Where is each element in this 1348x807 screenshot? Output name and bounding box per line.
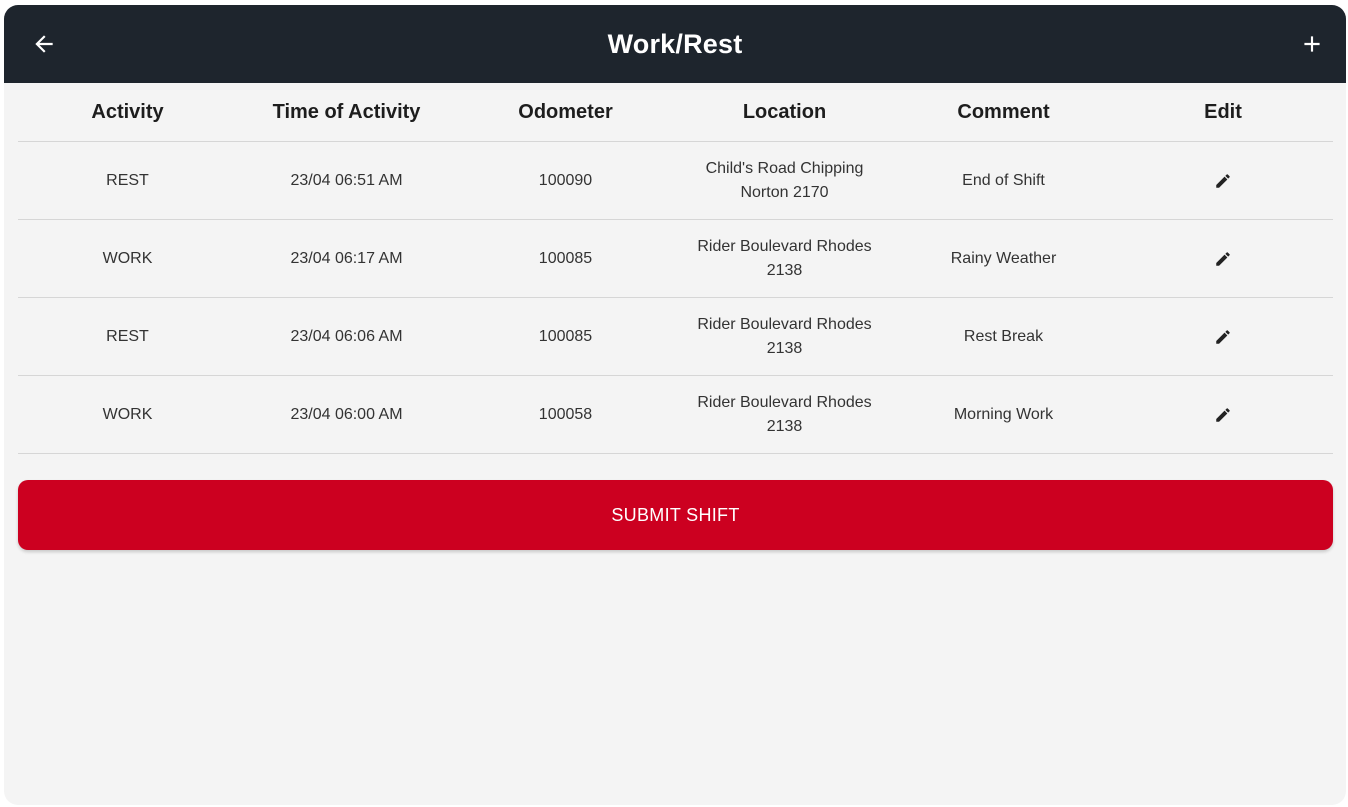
activity-cell: REST	[106, 327, 149, 345]
plus-icon	[1304, 36, 1320, 52]
activity-cell: WORK	[102, 249, 153, 267]
table-row: WORK 23/04 06:00 AM 100058 Rider Bouleva…	[18, 376, 1333, 454]
odometer-cell: 100085	[538, 327, 593, 345]
pencil-icon	[1216, 173, 1230, 188]
location-cell: Child's Road Chipping Norton 2170	[675, 157, 894, 205]
pencil-icon	[1216, 251, 1230, 266]
submit-shift-button[interactable]: SUBMIT SHIFT	[18, 480, 1333, 550]
edit-cell	[1113, 320, 1333, 354]
table-row: REST 23/04 06:06 AM 100085 Rider Bouleva…	[18, 298, 1333, 376]
location-text: Child's Road Chipping Norton 2170	[705, 159, 864, 201]
edit-cell	[1113, 398, 1333, 432]
comment-cell: End of Shift	[962, 171, 1045, 189]
location-cell: Rider Boulevard Rhodes 2138	[675, 391, 894, 439]
column-header-activity: Activity	[91, 100, 164, 123]
edit-cell	[1113, 242, 1333, 276]
odometer-cell: 100090	[538, 171, 593, 189]
time-cell: 23/04 06:17 AM	[290, 249, 403, 267]
edit-button[interactable]	[1206, 164, 1240, 198]
column-header-time: Time of Activity	[272, 100, 421, 123]
odometer-cell: 100058	[538, 405, 593, 423]
edit-cell	[1113, 164, 1333, 198]
time-cell: 23/04 06:00 AM	[290, 405, 403, 423]
location-cell: Rider Boulevard Rhodes 2138	[675, 313, 894, 361]
app-bar: Work/Rest	[4, 5, 1346, 83]
location-text: Rider Boulevard Rhodes 2138	[697, 393, 872, 435]
edit-button[interactable]	[1206, 320, 1240, 354]
table-row: REST 23/04 06:51 AM 100090 Child's Road …	[18, 142, 1333, 220]
column-header-odometer: Odometer	[518, 100, 613, 123]
column-header-edit: Edit	[1204, 100, 1242, 123]
comment-cell: Rest Break	[963, 327, 1044, 345]
table-row: WORK 23/04 06:17 AM 100085 Rider Bouleva…	[18, 220, 1333, 298]
location-cell: Rider Boulevard Rhodes 2138	[675, 235, 894, 283]
column-header-comment: Comment	[957, 100, 1050, 123]
pencil-icon	[1216, 329, 1230, 344]
edit-button[interactable]	[1206, 242, 1240, 276]
time-cell: 23/04 06:51 AM	[290, 171, 403, 189]
pencil-icon	[1216, 407, 1230, 422]
location-text: Rider Boulevard Rhodes 2138	[697, 315, 872, 357]
page-title: Work/Rest	[607, 28, 743, 59]
back-button[interactable]	[24, 24, 64, 64]
app-window: Work/Rest Activity Time of Activity Odom…	[4, 5, 1346, 805]
add-entry-button[interactable]	[1292, 24, 1332, 64]
location-text: Rider Boulevard Rhodes 2138	[697, 237, 872, 279]
activity-table: Activity Time of Activity Odometer Locat…	[18, 83, 1333, 454]
activity-cell: REST	[106, 171, 149, 189]
arrow-left-icon	[35, 35, 53, 53]
edit-button[interactable]	[1206, 398, 1240, 432]
odometer-cell: 100085	[538, 249, 593, 267]
activity-cell: WORK	[102, 405, 153, 423]
column-header-location: Location	[742, 100, 827, 123]
comment-cell: Morning Work	[953, 405, 1054, 423]
table-header: Activity Time of Activity Odometer Locat…	[18, 83, 1333, 142]
comment-cell: Rainy Weather	[950, 249, 1057, 267]
time-cell: 23/04 06:06 AM	[290, 327, 403, 345]
